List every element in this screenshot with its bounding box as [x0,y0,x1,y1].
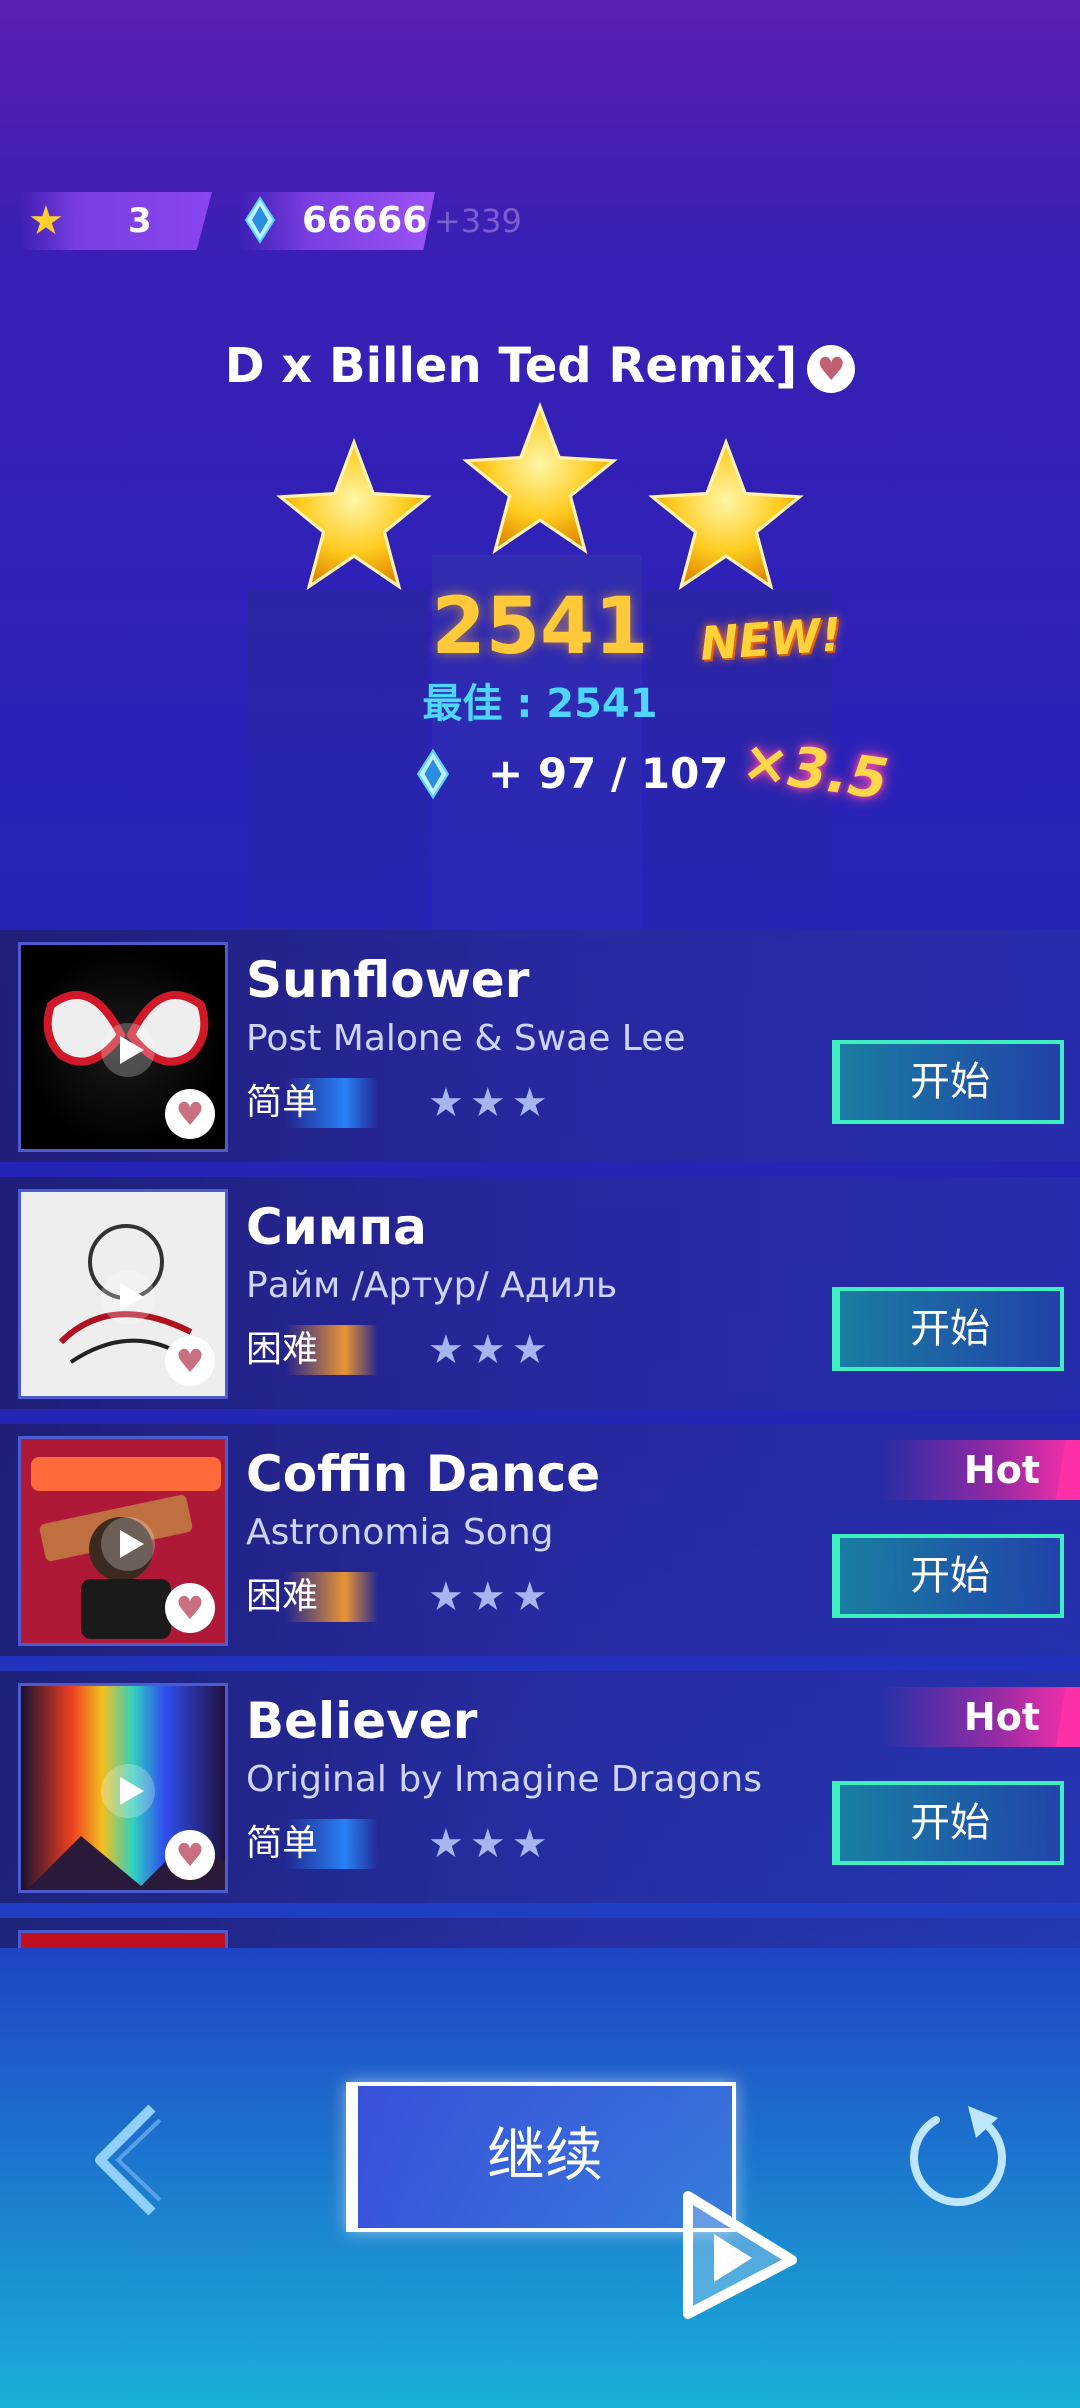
result-star-icon [462,401,618,555]
song-title: Sunflower [246,951,530,1009]
album-cover[interactable]: ♥ [18,1436,228,1646]
new-record-badge: NEW! [698,607,844,671]
song-row[interactable]: ♥ Симпа Райм /Артур/ Адиль 困难 ★★★ 开始 [0,1177,1080,1409]
album-cover[interactable]: ♥ [18,1189,228,1399]
start-button[interactable]: 开始 [832,1287,1064,1371]
difficulty-label: 简单 [246,1078,379,1128]
play-preview-icon[interactable] [101,1270,155,1324]
song-artist: Astronomia Song [246,1512,554,1553]
song-title-text: D x Billen Ted Remix] [224,338,798,394]
gems-delta: +339 [434,202,522,240]
album-cover[interactable] [18,1930,228,1948]
start-button[interactable]: 开始 [832,1781,1064,1865]
song-artist: Райм /Артур/ Адиль [246,1265,618,1306]
result-song-title: D x Billen Ted Remix] ♥ [0,334,1080,398]
song-row[interactable]: ♥ Coffin Dance Astronomia Song 困难 ★★★ Ho… [0,1424,1080,1656]
heart-icon[interactable]: ♥ [165,1089,215,1139]
song-title: Симпа [246,1198,427,1256]
difficulty-label: 困难 [246,1572,379,1622]
result-star-icon [276,437,432,591]
replay-icon[interactable] [906,2104,1010,2208]
play-preview-icon[interactable] [101,1517,155,1571]
continue-button[interactable]: 继续 [346,2082,736,2232]
star-icon: ★ [28,198,64,244]
song-stars: ★★★ [428,1821,554,1867]
heart-icon[interactable]: ♥ [807,345,856,393]
heart-icon[interactable]: ♥ [165,1336,215,1386]
play-arrow-icon [683,2191,797,2319]
album-cover[interactable]: ♥ [18,1683,228,1893]
song-artist: Post Malone & Swae Lee [246,1018,686,1059]
result-star-icon [648,437,804,591]
song-stars: ★★★ [428,1574,554,1620]
chevron-left-icon[interactable] [86,2100,166,2220]
gems-counter: 66666 [240,192,435,250]
hot-badge: Hot [880,1440,1080,1500]
gem-reward: + 97 / 107 [410,744,770,804]
heart-icon[interactable]: ♥ [165,1830,215,1880]
hot-badge: Hot [880,1687,1080,1747]
stars-counter: ★ 3 [20,192,212,250]
hot-label: Hot [963,1695,1040,1739]
difficulty-label: 简单 [246,1819,379,1869]
diamond-icon [416,748,450,800]
hot-label: Hot [963,1448,1040,1492]
diamond-icon [244,196,276,244]
song-stars: ★★★ [428,1327,554,1373]
song-title: Coffin Dance [246,1445,601,1503]
album-cover[interactable]: ♥ [18,942,228,1152]
play-preview-icon[interactable] [101,1764,155,1818]
gems-count: 66666 [302,200,428,241]
gem-reward-text: + 97 / 107 [488,749,729,798]
score: 2541 [431,582,649,672]
song-row[interactable] [0,1918,1080,1948]
heart-icon[interactable]: ♥ [165,1583,215,1633]
play-preview-icon[interactable] [101,1023,155,1077]
stars-count: 3 [128,201,152,241]
song-artist: Original by Imagine Dragons [246,1759,762,1800]
start-button[interactable]: 开始 [832,1040,1064,1124]
song-row[interactable]: ♥ Believer Original by Imagine Dragons 简… [0,1671,1080,1903]
difficulty-label: 困难 [246,1325,379,1375]
song-stars: ★★★ [428,1080,554,1126]
best-score: 最佳 : 2541 [422,681,658,727]
song-title: Believer [246,1692,478,1750]
song-row[interactable]: ♥ Sunflower Post Malone & Swae Lee 简单 ★★… [0,930,1080,1162]
start-button[interactable]: 开始 [832,1534,1064,1618]
song-list[interactable]: ♥ Sunflower Post Malone & Swae Lee 简单 ★★… [0,930,1080,1948]
